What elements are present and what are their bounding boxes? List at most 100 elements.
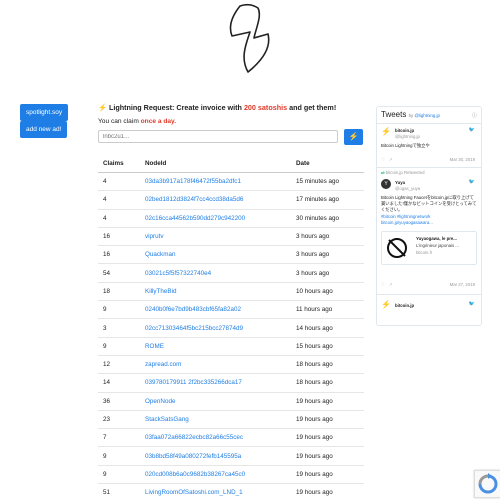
node-id-link[interactable]: 03021c5f5f57322740e4 <box>140 263 291 283</box>
twitter-bird-icon: 🐦 <box>468 301 475 307</box>
claim-date: 3 hours ago <box>291 226 364 246</box>
node-id-link[interactable]: viprutv <box>140 226 291 246</box>
node-id-link[interactable]: ROME <box>140 336 291 356</box>
claims-count: 9 <box>98 464 140 484</box>
tweet-date[interactable]: Mar 30, 2019 <box>450 157 475 162</box>
table-header-row: Claims NodeId Date <box>98 154 364 173</box>
card-description: L'ingénieur japonais ... <box>416 243 459 248</box>
claim-date: 17 minutes ago <box>291 190 364 210</box>
divider <box>377 294 481 295</box>
table-row: 14 039780179911 2f2bc335266dca17 18 hours … <box>98 373 364 393</box>
divider <box>377 123 481 124</box>
node-id-link[interactable]: Quackman <box>140 245 291 264</box>
tweet-author[interactable]: bitcoin.jp <box>395 303 414 308</box>
table-row: 36 OpenNode 19 hours ago <box>98 391 364 411</box>
lightning-icon: ⚡ <box>348 132 359 141</box>
add-new-ad-button[interactable]: add new ad! <box>20 121 68 138</box>
claims-count: 4 <box>98 190 140 210</box>
table-row: 4 02c16cca44562b590dd279c942200 30 minutes… <box>98 208 364 228</box>
claim-date: 11 hours ago <box>291 300 364 319</box>
tweet-text: Bitcoin Lightning Faucetをbitcoin.jpに取り上げ… <box>381 195 477 212</box>
tweet-handle[interactable]: @lightning.jp <box>395 134 420 139</box>
node-id-link[interactable]: 039780179911 2f2bc335266dca17 <box>140 373 291 393</box>
tweet-text: Bitcoin Lightningで独立や <box>381 143 430 148</box>
claim-date: 19 hours ago <box>291 409 364 429</box>
node-id-link[interactable]: 02c16cca44562b590dd279c942200 <box>140 208 291 228</box>
claims-count: 3 <box>98 318 140 338</box>
card-title: Yuyaogawa, le pre... <box>416 236 457 241</box>
claims-count: 36 <box>98 391 140 411</box>
claim-date: 18 hours ago <box>291 373 364 393</box>
lightning-icon: ⚡ <box>98 103 107 112</box>
card-thumbnail-icon <box>387 238 407 258</box>
table-row: 23 StackSatsGang 19 hours ago <box>98 409 364 429</box>
column-header-nodeid: NodeId <box>140 154 291 173</box>
table-row: 54 03021c5f5f57322740e4 3 hours ago <box>98 263 364 283</box>
avatar[interactable]: Y <box>381 179 391 189</box>
tweet-actions[interactable]: ♡ ↗ <box>381 157 393 163</box>
node-id-link[interactable]: 02cc71303464f5bc215bcc27874d9 <box>140 318 291 338</box>
lightning-logo <box>229 3 270 73</box>
recaptcha-badge[interactable] <box>474 470 500 498</box>
tweet-handle[interactable]: @ogas_yuya <box>395 186 420 191</box>
claims-count: 16 <box>98 226 140 246</box>
claims-count: 4 <box>98 171 140 191</box>
table-row: 7 03faa072a66822ecbc82a66c55cec 19 hours a… <box>98 428 364 447</box>
claims-count: 51 <box>98 483 140 502</box>
tweet-actions[interactable]: ♡ ↗ <box>381 282 393 288</box>
info-icon[interactable]: ⓘ <box>472 112 477 119</box>
tweet-author[interactable]: bitcoin.jp <box>395 128 414 133</box>
node-id-link[interactable]: KillyTheBid <box>140 281 291 301</box>
node-id-link[interactable]: StackSatsGang <box>140 409 291 429</box>
claim-date: 19 hours ago <box>291 483 364 502</box>
timeline-header: Tweets by @lightning.jp <box>381 110 440 119</box>
table-row: 9 03b8bd58f49a080272fefb145595a 19 hours a… <box>98 446 364 466</box>
table-row: 9 ROME 15 hours ago <box>98 336 364 356</box>
submit-invoice-button[interactable]: ⚡ <box>344 129 363 145</box>
claim-date: 18 hours ago <box>291 354 364 374</box>
node-id-link[interactable]: 020cd008b6a0c9682b38267ca45c0 <box>140 464 291 484</box>
claims-count: 9 <box>98 446 140 466</box>
link-card[interactable]: Yuyaogawa, le pre... L'ingénieur japonai… <box>381 231 477 265</box>
node-id-link[interactable]: LivingRoomOfSatoshi.com_LND_1 <box>140 483 291 502</box>
timeline-owner-link[interactable]: @lightning.jp <box>414 113 439 118</box>
spotlight-button[interactable]: spotlight.soy <box>20 104 69 121</box>
claim-date: 10 hours ago <box>291 281 364 301</box>
tweet-author[interactable]: Yuya <box>395 180 405 185</box>
claims-count: 16 <box>98 245 140 264</box>
page-title: ⚡ Lightning Request: Create invoice with… <box>98 103 337 112</box>
table-row: 9 0240b0f6e7bd9b483cbf65fa82a02 11 hours a… <box>98 300 364 319</box>
claims-table: Claims NodeId Date 4 03da3b917a178f46472f… <box>98 154 364 502</box>
table-row: 3 02cc71303464f5bc215bcc27874d9 14 hours a… <box>98 318 364 338</box>
claims-count: 9 <box>98 300 140 319</box>
twitter-bird-icon: 🐦 <box>468 179 475 185</box>
twitter-timeline[interactable]: Tweets by @lightning.jp ⓘ ⚡ bitcoin.jp @… <box>376 106 482 326</box>
node-id-link[interactable]: 0240b0f6e7bd9b483cbf65fa82a02 <box>140 300 291 319</box>
table-row: 16 viprutv 3 hours ago <box>98 226 364 246</box>
claim-note: You can claim once a day. <box>98 118 177 125</box>
column-header-date: Date <box>291 154 364 173</box>
tweet-date[interactable]: Mar 27, 2019 <box>450 282 475 287</box>
node-id-link[interactable]: 03da3b917a178f46472f55ba2dfc1 <box>140 171 291 191</box>
claim-date: 30 minutes ago <box>291 208 364 228</box>
claims-count: 4 <box>98 208 140 228</box>
claim-frequency: once a day. <box>140 118 177 125</box>
table-row: 4 03da3b917a178f46472f55ba2dfc1 15 minutes… <box>98 171 364 191</box>
claim-date: 19 hours ago <box>291 428 364 447</box>
satoshi-amount: 200 satoshis <box>243 103 288 112</box>
recaptcha-icon <box>478 473 498 494</box>
avatar[interactable]: ⚡ <box>381 127 391 137</box>
avatar[interactable]: ⚡ <box>381 300 391 310</box>
node-id-link[interactable]: zapread.com <box>140 354 291 374</box>
retweet-icon: ⇄ <box>381 170 385 175</box>
table-row: 12 zapread.com 18 hours ago <box>98 354 364 374</box>
tweet-hashtags[interactable]: #bitcoin #lightningnetwork bitcoin.jp/yu… <box>381 214 477 226</box>
node-id-link[interactable]: 03faa072a66822ecbc82a66c55cec <box>140 428 291 447</box>
node-id-link[interactable]: 02bed1812d3824f7cc4ccd38da5d6 <box>140 190 291 210</box>
twitter-bird-icon: 🐦 <box>468 127 475 133</box>
node-id-link[interactable]: 03b8bd58f49a080272fefb145595a <box>140 446 291 466</box>
claim-date: 15 hours ago <box>291 336 364 356</box>
invoice-input[interactable] <box>98 130 338 143</box>
table-row: 4 02bed1812d3824f7cc4ccd38da5d6 17 minutes… <box>98 190 364 210</box>
node-id-link[interactable]: OpenNode <box>140 391 291 411</box>
